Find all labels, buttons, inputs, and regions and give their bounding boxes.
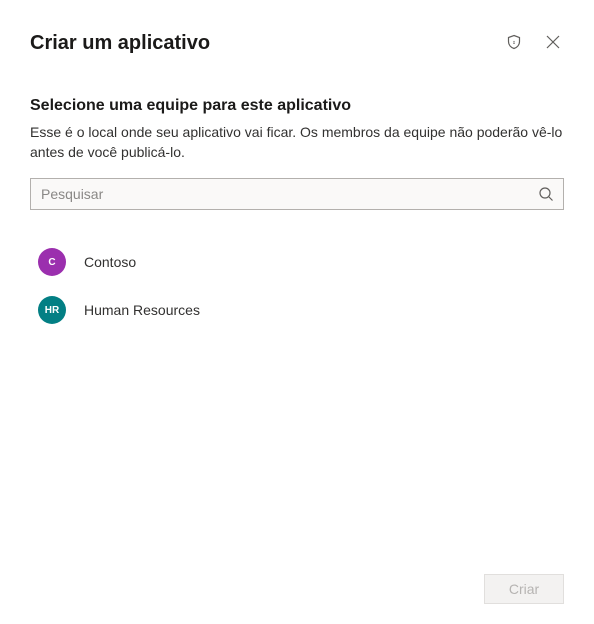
create-app-dialog: Criar um aplicativo [0,0,594,624]
team-list: C Contoso HR Human Resources [30,238,564,562]
close-icon [546,35,560,52]
search-wrapper [30,178,564,210]
search-input[interactable] [30,178,564,210]
team-avatar: C [38,248,66,276]
shield-icon [506,34,522,53]
section-description: Esse é o local onde seu aplicativo vai f… [30,123,564,162]
team-avatar: HR [38,296,66,324]
section-title: Selecione uma equipe para este aplicativ… [30,97,564,115]
team-name-label: Contoso [84,254,136,270]
team-item-contoso[interactable]: C Contoso [30,238,564,286]
shield-icon-button[interactable] [502,30,526,57]
team-item-human-resources[interactable]: HR Human Resources [30,286,564,334]
dialog-title: Criar um aplicativo [30,32,210,55]
team-name-label: Human Resources [84,302,200,318]
create-button[interactable]: Criar [484,574,564,604]
close-button[interactable] [542,31,564,56]
dialog-footer: Criar [30,562,564,604]
header-actions [502,30,564,57]
dialog-header: Criar um aplicativo [30,30,564,57]
